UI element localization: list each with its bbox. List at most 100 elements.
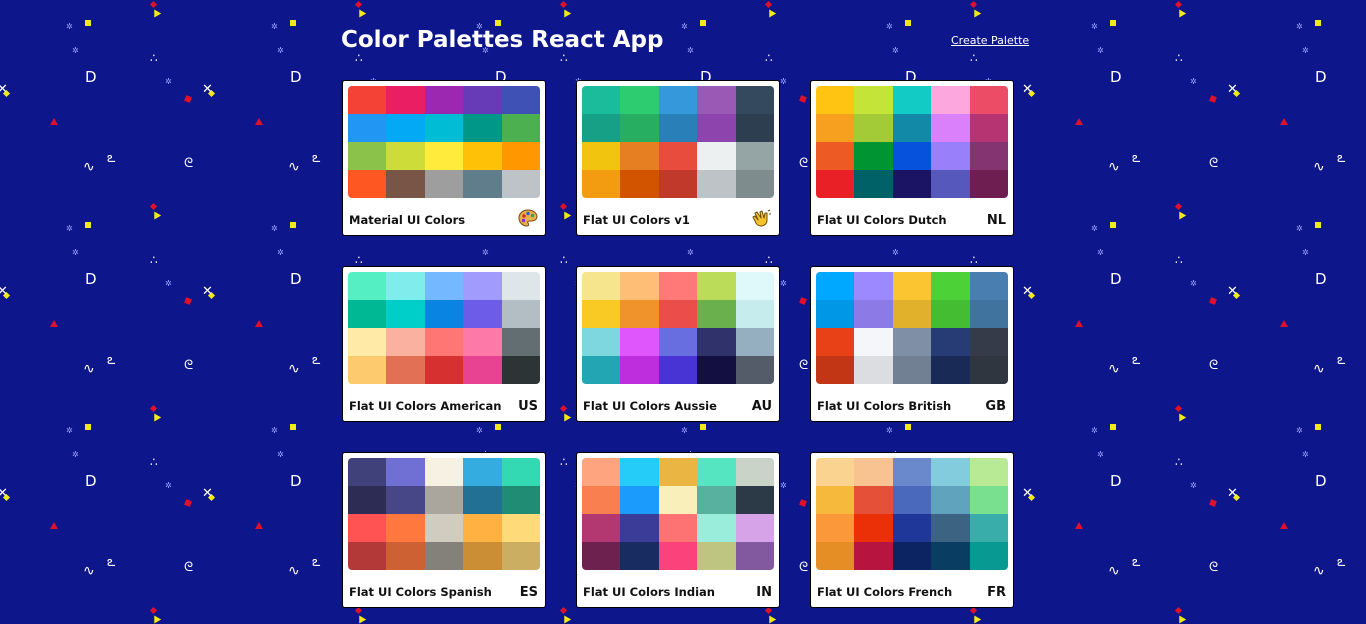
- background-decoration: ∴: [355, 51, 363, 65]
- palette-card-footer: Flat UI Colors French FR: [817, 585, 1006, 599]
- background-decoration: ✲: [72, 450, 79, 459]
- background-decoration: [905, 20, 911, 26]
- color-swatch: [735, 328, 774, 356]
- color-swatch: [816, 356, 855, 384]
- color-swatch: [501, 356, 540, 384]
- palette-card[interactable]: Flat UI Colors French FR: [810, 452, 1014, 608]
- palette-card[interactable]: Flat UI Colors Spanish ES: [342, 452, 546, 608]
- color-swatch: [501, 272, 540, 300]
- color-swatch: [931, 356, 970, 384]
- color-swatch: [620, 142, 659, 170]
- background-decoration: ✕: [202, 82, 213, 97]
- palette-grid: Material UI Colors Flat UI Colors v1 Flat …: [342, 80, 1017, 608]
- background-decoration: [355, 613, 367, 624]
- color-swatch: [620, 272, 659, 300]
- background-decoration: ✲: [1302, 46, 1309, 55]
- color-swatch: [892, 514, 932, 542]
- color-swatch: [424, 142, 464, 170]
- color-swatch: [816, 486, 855, 514]
- background-decoration: ✲: [1296, 22, 1303, 31]
- background-decoration: [765, 7, 777, 18]
- color-swatch: [854, 514, 893, 542]
- color-swatch: [735, 170, 774, 198]
- color-swatch: [463, 514, 502, 542]
- background-decoration: ✲: [66, 22, 73, 31]
- color-swatch: [463, 142, 502, 170]
- background-decoration: [150, 209, 162, 220]
- background-decoration: ∿: [83, 361, 95, 377]
- background-decoration: [1209, 95, 1217, 103]
- background-decoration: [1174, 606, 1183, 615]
- palette-card[interactable]: Flat UI Colors Dutch NL: [810, 80, 1014, 236]
- palette-swatch-grid: [816, 86, 1008, 198]
- country-code-label: US: [518, 399, 538, 414]
- background-decoration: ✕: [1022, 82, 1033, 97]
- background-decoration: D: [85, 472, 97, 490]
- color-swatch: [969, 356, 1008, 384]
- color-swatch: [463, 486, 502, 514]
- palette-card[interactable]: Flat UI Colors American US: [342, 266, 546, 422]
- color-swatch: [620, 542, 659, 570]
- color-swatch: [892, 356, 932, 384]
- palette-name: Flat UI Colors American: [349, 399, 502, 413]
- background-decoration: D: [1110, 270, 1122, 288]
- color-swatch: [582, 170, 621, 198]
- color-swatch: [854, 458, 893, 486]
- background-decoration: ✕: [0, 284, 8, 299]
- background-decoration: ✲: [892, 46, 899, 55]
- background-decoration: ఽ: [1132, 554, 1141, 570]
- background-decoration: ✲: [1190, 279, 1197, 288]
- background-decoration: ∴: [765, 51, 773, 65]
- country-code-label: NL: [986, 213, 1006, 228]
- color-swatch: [582, 142, 621, 170]
- color-swatch: [854, 114, 893, 142]
- color-swatch: [697, 328, 736, 356]
- palette-swatch-grid: [348, 458, 540, 570]
- background-decoration: ∿: [1108, 361, 1120, 377]
- palette-card[interactable]: Flat UI Colors British GB: [810, 266, 1014, 422]
- color-swatch: [816, 114, 855, 142]
- color-swatch: [931, 86, 970, 114]
- color-swatch: [582, 328, 621, 356]
- color-swatch: [348, 486, 387, 514]
- color-swatch: [697, 272, 736, 300]
- background-decoration: [1174, 0, 1183, 9]
- palette-card[interactable]: Material UI Colors: [342, 80, 546, 236]
- color-swatch: [658, 272, 698, 300]
- country-code-label: IN: [756, 585, 772, 600]
- color-swatch: [424, 272, 464, 300]
- background-decoration: ఽ: [1337, 352, 1346, 368]
- color-swatch: [816, 542, 855, 570]
- background-decoration: [150, 411, 162, 422]
- color-swatch: [348, 328, 387, 356]
- color-swatch: [816, 142, 855, 170]
- palette-card[interactable]: Flat UI Colors Aussie AU: [576, 266, 780, 422]
- color-swatch: [386, 142, 425, 170]
- background-decoration: [85, 20, 91, 26]
- palette-swatch-grid: [582, 86, 774, 198]
- background-decoration: ఽ: [312, 554, 321, 570]
- background-decoration: ✕: [0, 486, 8, 501]
- background-decoration: [2, 89, 11, 98]
- background-decoration: ✲: [72, 46, 79, 55]
- color-swatch: [892, 170, 932, 198]
- background-decoration: [970, 613, 982, 624]
- palette-swatch-grid: [582, 458, 774, 570]
- background-decoration: ✲: [277, 248, 284, 257]
- palette-card[interactable]: Flat UI Colors v1: [576, 80, 780, 236]
- create-palette-link[interactable]: Create Palette: [951, 34, 1029, 47]
- background-decoration: [969, 0, 978, 9]
- background-decoration: [1110, 222, 1116, 228]
- palette-card[interactable]: Flat UI Colors Indian IN: [576, 452, 780, 608]
- background-decoration: ✲: [271, 426, 278, 435]
- background-decoration: ✲: [1302, 248, 1309, 257]
- color-swatch: [463, 300, 502, 328]
- background-decoration: [495, 20, 501, 26]
- background-decoration: [50, 118, 58, 125]
- background-decoration: ✲: [66, 224, 73, 233]
- color-swatch: [892, 542, 932, 570]
- palette-name: Material UI Colors: [349, 213, 466, 227]
- background-decoration: [149, 202, 158, 211]
- country-code-label: FR: [987, 585, 1006, 600]
- color-swatch: [854, 486, 893, 514]
